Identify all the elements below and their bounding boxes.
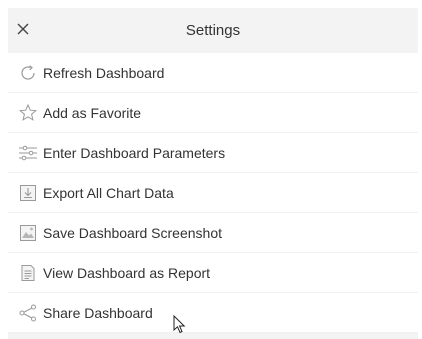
menu-item-label: Enter Dashboard Parameters — [43, 144, 226, 161]
panel-title: Settings — [185, 22, 241, 39]
mouse-cursor-icon — [173, 315, 186, 334]
close-button[interactable] — [12, 18, 34, 40]
menu-item-export-chart-data[interactable]: Export All Chart Data — [8, 173, 418, 213]
menu-item-label: Export All Chart Data — [43, 184, 174, 201]
close-icon — [17, 23, 29, 35]
report-icon — [17, 262, 39, 284]
menu-item-add-favorite[interactable]: Add as Favorite — [8, 93, 418, 133]
menu-item-share-dashboard[interactable]: Share Dashboard — [8, 293, 418, 333]
export-icon — [17, 182, 39, 204]
settings-panel: Settings Refresh Dashboard Add as Favori… — [8, 8, 418, 339]
menu-item-label: Refresh Dashboard — [43, 64, 165, 81]
menu-item-save-screenshot[interactable]: Save Dashboard Screenshot — [8, 213, 418, 253]
menu-item-label: Add as Favorite — [43, 104, 142, 121]
menu-item-label: Save Dashboard Screenshot — [43, 224, 222, 241]
menu-item-label: Share Dashboard — [43, 304, 153, 321]
share-icon — [17, 302, 39, 324]
menu-item-view-report[interactable]: View Dashboard as Report — [8, 253, 418, 293]
refresh-icon — [17, 62, 39, 84]
settings-header: Settings — [8, 8, 418, 53]
menu-item-refresh-dashboard[interactable]: Refresh Dashboard — [8, 53, 418, 93]
settings-menu: Refresh Dashboard Add as Favorite Enter … — [8, 53, 418, 333]
screenshot-icon — [17, 222, 39, 244]
menu-item-label: View Dashboard as Report — [43, 264, 211, 281]
menu-item-dashboard-parameters[interactable]: Enter Dashboard Parameters — [8, 133, 418, 173]
star-icon — [17, 102, 39, 124]
parameters-icon — [17, 142, 39, 164]
